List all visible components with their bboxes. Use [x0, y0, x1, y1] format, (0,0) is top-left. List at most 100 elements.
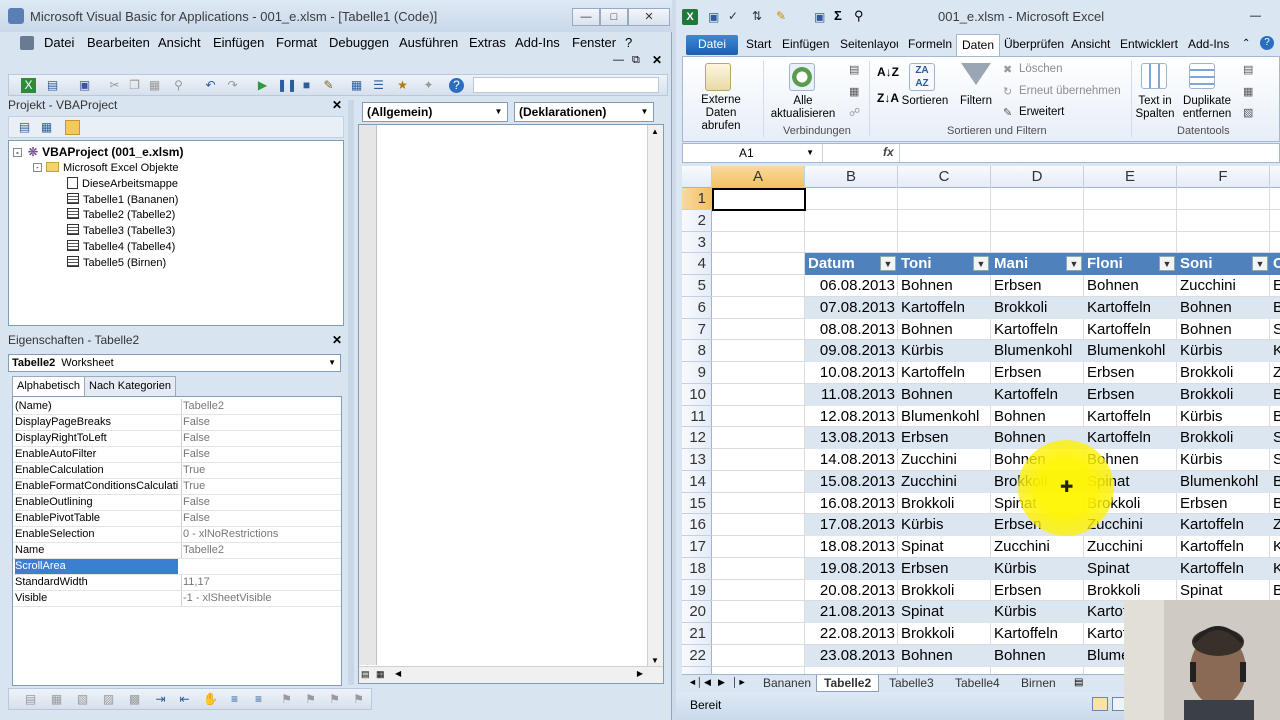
- table-cell[interactable]: Kartoffeln: [991, 623, 1084, 645]
- tree-folder[interactable]: - Microsoft Excel Objekte: [33, 161, 179, 176]
- column-header-f[interactable]: F: [1177, 166, 1270, 188]
- menu-datei[interactable]: Datei: [44, 35, 74, 50]
- collapse-icon[interactable]: -: [33, 163, 42, 172]
- table-cell[interactable]: Kartoffeln: [1177, 514, 1270, 536]
- tab-add-ins[interactable]: Add-Ins: [1188, 37, 1229, 51]
- filter-dropdown-icon[interactable]: ▼: [1159, 256, 1175, 272]
- sort-za-icon[interactable]: Z↓A: [877, 91, 899, 105]
- prop-row-selected[interactable]: ScrollArea: [13, 559, 341, 575]
- table-cell[interactable]: Z: [1270, 514, 1280, 536]
- menu-help[interactable]: ?: [625, 35, 632, 50]
- prop-value[interactable]: False: [181, 511, 210, 526]
- table-cell[interactable]: Bohnen: [1177, 297, 1270, 319]
- filter-dropdown-icon[interactable]: ▼: [1066, 256, 1082, 272]
- consolidate-icon[interactable]: ▦: [1243, 85, 1253, 98]
- table-cell[interactable]: Erbsen: [1084, 362, 1177, 384]
- toolbox-icon[interactable]: ✦: [421, 78, 436, 93]
- row-header[interactable]: 22: [682, 645, 712, 667]
- stop-icon[interactable]: ■: [299, 78, 314, 93]
- tab-formeln[interactable]: Formeln: [908, 37, 952, 51]
- sort-az-icon[interactable]: A↓Z: [877, 65, 899, 79]
- table-cell[interactable]: Kartoffeln: [991, 319, 1084, 341]
- filtern-button[interactable]: Filtern: [955, 95, 997, 108]
- tab-daten[interactable]: Daten: [956, 34, 1001, 56]
- table-cell[interactable]: Bohnen: [898, 319, 991, 341]
- prop-value[interactable]: True: [181, 463, 205, 478]
- prop-value[interactable]: -1 - xlSheetVisible: [181, 591, 271, 606]
- date-cell[interactable]: 19.08.2013: [805, 558, 898, 580]
- row-header[interactable]: 1: [682, 188, 712, 210]
- table-cell[interactable]: Kartoffeln: [1084, 427, 1177, 449]
- table-cell[interactable]: Brokkoli: [898, 623, 991, 645]
- last-sheet-icon[interactable]: │►: [732, 677, 747, 687]
- table-cell[interactable]: Erbsen: [898, 558, 991, 580]
- table-cell[interactable]: Spinat: [1084, 558, 1177, 580]
- date-cell[interactable]: 20.08.2013: [805, 580, 898, 602]
- table-cell[interactable]: S: [1270, 319, 1280, 341]
- date-cell[interactable]: 07.08.2013: [805, 297, 898, 319]
- table-cell[interactable]: Bohnen: [898, 645, 991, 667]
- table-cell[interactable]: B: [1270, 384, 1280, 406]
- table-cell[interactable]: Bohnen: [991, 406, 1084, 428]
- scroll-down-icon[interactable]: ▼: [651, 656, 659, 665]
- row-header[interactable]: 12: [682, 427, 712, 449]
- row-header[interactable]: 18: [682, 558, 712, 580]
- tree-item-tabelle4[interactable]: Tabelle4 (Tabelle4): [67, 240, 175, 255]
- row-header[interactable]: 5: [682, 275, 712, 297]
- date-cell[interactable]: 09.08.2013: [805, 340, 898, 362]
- table-cell[interactable]: Kürbis: [1177, 406, 1270, 428]
- menu-ansicht[interactable]: Ansicht: [158, 35, 201, 50]
- table-cell[interactable]: Brokkoli: [991, 297, 1084, 319]
- table-header-cell[interactable]: C: [1270, 253, 1280, 275]
- table-cell[interactable]: Bohnen: [898, 384, 991, 406]
- cut-icon[interactable]: ✂: [107, 78, 122, 93]
- date-cell[interactable]: 16.08.2013: [805, 493, 898, 515]
- loeschen-button[interactable]: Löschen: [1019, 63, 1062, 76]
- table-cell[interactable]: S: [1270, 449, 1280, 471]
- row-header[interactable]: 16: [682, 514, 712, 536]
- outdent-icon[interactable]: ⇤: [177, 692, 192, 707]
- table-cell[interactable]: B: [1270, 406, 1280, 428]
- table-cell[interactable]: B: [1270, 297, 1280, 319]
- prop-row[interactable]: Visible -1 - xlSheetVisible: [13, 591, 341, 607]
- data-validation-icon[interactable]: ▤: [1243, 63, 1253, 76]
- redo-icon[interactable]: ↷: [225, 78, 240, 93]
- table-cell[interactable]: Bohnen: [1177, 319, 1270, 341]
- column-header-d[interactable]: D: [991, 166, 1084, 188]
- table-cell[interactable]: Kürbis: [1177, 340, 1270, 362]
- excel-app-icon[interactable]: X: [682, 9, 698, 25]
- table-header-cell[interactable]: Toni ▼: [898, 253, 991, 275]
- help-icon[interactable]: ?: [449, 78, 464, 93]
- bookmark-icon[interactable]: ⚑: [279, 692, 294, 707]
- prop-row[interactable]: DisplayRightToLeft False: [13, 431, 341, 447]
- table-cell[interactable]: Erbsen: [991, 275, 1084, 297]
- table-cell[interactable]: Zucchini: [898, 449, 991, 471]
- procedure-view-icon[interactable]: ▤: [361, 669, 370, 680]
- table-header-cell[interactable]: Mani ▼: [991, 253, 1084, 275]
- prop-value[interactable]: False: [181, 447, 210, 462]
- menu-debuggen[interactable]: Debuggen: [329, 35, 389, 50]
- table-cell[interactable]: Erbsen: [991, 362, 1084, 384]
- project-close-icon[interactable]: ✕: [330, 98, 344, 112]
- complete-word-icon[interactable]: ▩: [127, 692, 142, 707]
- date-cell[interactable]: 22.08.2013: [805, 623, 898, 645]
- minimize-icon[interactable]: —: [1250, 10, 1261, 22]
- table-cell[interactable]: Erbsen: [1084, 384, 1177, 406]
- paste-icon[interactable]: ▦: [147, 78, 162, 93]
- mdi-minimize-icon[interactable]: —: [613, 54, 624, 66]
- excel-view-icon[interactable]: X: [21, 78, 36, 93]
- tree-item-thisworkbook[interactable]: DieseArbeitsmappe: [67, 177, 178, 192]
- table-cell[interactable]: E: [1270, 275, 1280, 297]
- chevron-down-icon[interactable]: ▼: [806, 144, 814, 162]
- menu-einfuegen[interactable]: Einfügen: [213, 35, 264, 50]
- object-browser-icon[interactable]: ★: [395, 78, 410, 93]
- table-cell[interactable]: Bohnen: [991, 645, 1084, 667]
- row-header[interactable]: 3: [682, 232, 712, 254]
- connections-icon[interactable]: ▤: [849, 63, 859, 76]
- prop-row[interactable]: EnableFormatConditionsCalculation True: [13, 479, 341, 495]
- table-cell[interactable]: Kartoffeln: [1177, 558, 1270, 580]
- doc-menu-icon[interactable]: [20, 36, 34, 50]
- qat-paint-icon[interactable]: ✎: [776, 9, 786, 23]
- next-sheet-icon[interactable]: ▶: [718, 677, 725, 688]
- table-cell[interactable]: Kürbis: [991, 601, 1084, 623]
